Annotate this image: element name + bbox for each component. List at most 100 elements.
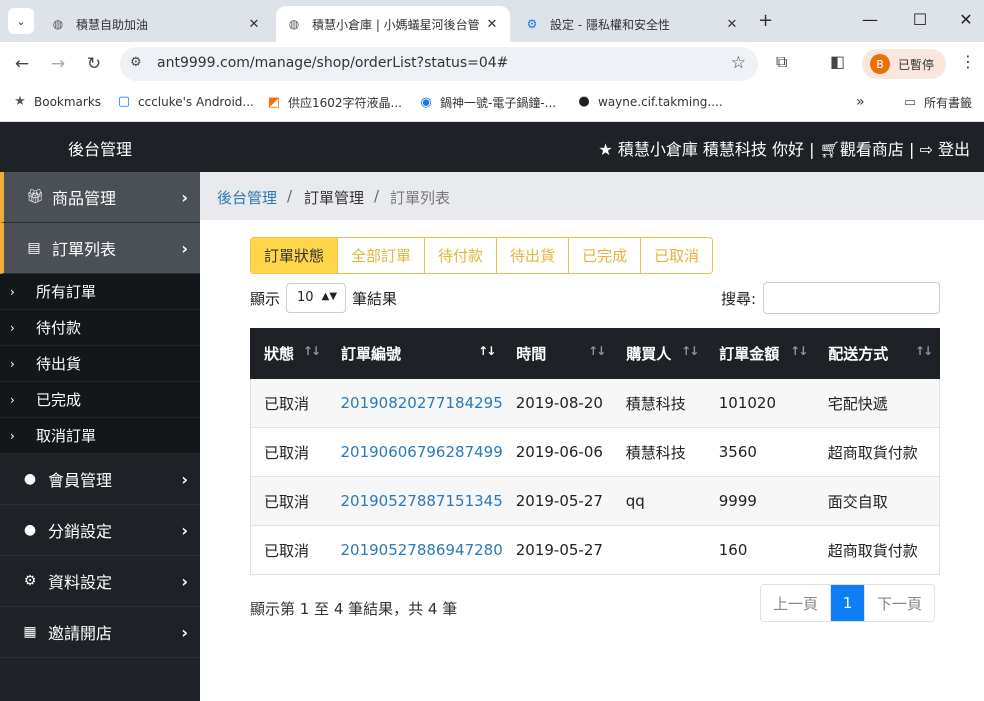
signal-icon: ◉	[420, 95, 432, 110]
order-link[interactable]: 20190527886947280	[341, 541, 503, 559]
browser-tab-3[interactable]: ⚙ 設定 - 隱私權和安全性 ✕	[514, 6, 750, 42]
bookmark-star-icon[interactable]: ☆	[731, 53, 746, 73]
chevron-right-icon: ›	[181, 571, 188, 591]
filter-pending-payment-button[interactable]: 待付款	[424, 238, 497, 273]
close-tab-icon[interactable]: ✕	[724, 17, 740, 32]
sidebar-item-orders[interactable]: ▤ 訂單列表 ›	[0, 223, 200, 274]
sidebar-item-invite[interactable]: ▦ 邀請開店 ›	[0, 607, 200, 658]
table-info: 顯示第 1 至 4 筆結果，共 4 筆	[250, 600, 458, 618]
side-panel-icon[interactable]: ◧	[830, 52, 845, 71]
browser-tab-2[interactable]: ◍ 積慧小倉庫 | 小媽蟻星河後台管 ✕	[276, 6, 510, 42]
chevron-right-icon: ›	[181, 622, 188, 642]
sidebar-sub-all-orders[interactable]: › 所有訂單	[0, 274, 200, 310]
filter-cancelled-button[interactable]: 已取消	[640, 238, 713, 273]
col-order-no[interactable]: 訂單編號 ↑↓	[326, 328, 504, 379]
browser-menu-icon[interactable]: ⋮	[960, 52, 976, 71]
avatar: B	[870, 54, 890, 74]
sidebar-item-products[interactable]: 🎁︎ 商品管理 ›	[0, 172, 200, 223]
browser-tab-1[interactable]: ◍ 積慧自助加油 ✕	[40, 6, 272, 42]
app-brand[interactable]: 後台管理	[68, 136, 132, 160]
sort-desc-icon: ↑↓	[478, 344, 496, 358]
order-link[interactable]: 20190527887151345	[341, 492, 503, 510]
bookmark-item[interactable]: ● wayne.cif.takming....	[576, 94, 722, 109]
bookmark-item[interactable]: ★ Bookmarks	[12, 94, 101, 109]
bookmark-item[interactable]: ▢ cccluke's Android...	[116, 94, 254, 109]
maximize-button[interactable]: ☐	[910, 10, 930, 29]
github-icon: ●	[578, 94, 590, 109]
chevron-right-icon: ›	[181, 520, 188, 540]
address-bar[interactable]: ⚙ ant9999.com/manage/shop/orderList?stat…	[120, 47, 758, 81]
filter-status-label[interactable]: 訂單狀態	[251, 238, 338, 273]
user-nav: ★ 積慧小倉庫 積慧科技 你好 | 🛒︎觀看商店 | ⇨ 登出	[598, 140, 970, 159]
orders-table: 狀態 ↑↓ 訂單編號 ↑↓ 時間 ↑↓ 購買人 ↑↓ 訂單金額 ↑↓ 配送方式 ↑↓ 已取消…	[250, 328, 940, 575]
back-button[interactable]: ←	[10, 52, 34, 76]
more-bookmarks-icon[interactable]: »	[856, 94, 865, 110]
sidebar-sub-completed[interactable]: › 已完成	[0, 382, 200, 418]
reload-button[interactable]: ↻	[82, 52, 106, 76]
order-link[interactable]: 20190820277184295	[341, 394, 503, 412]
search-input[interactable]	[763, 282, 940, 314]
close-tab-icon[interactable]: ✕	[484, 17, 500, 32]
alibaba-icon: ◩	[267, 95, 281, 110]
logout-link[interactable]: 登出	[938, 140, 970, 159]
app-header: 後台管理 ★ 積慧小倉庫 積慧科技 你好 | 🛒︎觀看商店 | ⇨ 登出	[0, 122, 984, 172]
close-window-button[interactable]: ✕	[956, 10, 976, 29]
sidebar-sub-pending-payment[interactable]: › 待付款	[0, 310, 200, 346]
globe-icon: ◍	[288, 17, 300, 31]
bookmark-item[interactable]: ◉ 鍋神一號-電子鍋鐘-...	[418, 94, 556, 111]
chevron-right-icon: ›	[181, 238, 188, 258]
filter-all-button[interactable]: 全部訂單	[337, 238, 425, 273]
col-amount[interactable]: 訂單金額 ↑↓	[705, 328, 816, 379]
gear-icon: ⚙	[23, 573, 37, 589]
user-icon: ●	[23, 522, 37, 538]
sidebar-item-settings[interactable]: ⚙ 資料設定 ›	[0, 556, 200, 607]
sort-icon: ↑↓	[790, 344, 808, 358]
new-tab-button[interactable]: +	[758, 10, 773, 31]
bookmark-item[interactable]: ◩ 供应1602字符液晶...	[266, 94, 402, 111]
chevron-right-icon: ›	[10, 428, 15, 443]
file-icon: ▤	[27, 240, 41, 256]
globe-icon: ◍	[52, 17, 64, 31]
select-caret-icon: ▲▼	[321, 291, 338, 302]
page-length-select[interactable]: 10 ▲▼	[286, 283, 347, 313]
breadcrumb-root[interactable]: 後台管理	[217, 187, 277, 208]
filter-completed-button[interactable]: 已完成	[568, 238, 641, 273]
col-status[interactable]: 狀態 ↑↓	[250, 328, 328, 379]
tab-search-button[interactable]: ⌄	[8, 8, 34, 34]
extensions-icon[interactable]: ⧉	[776, 52, 787, 72]
chevron-right-icon: ›	[10, 356, 15, 371]
site-info-icon[interactable]: ⚙	[130, 55, 142, 70]
gear-icon: ⚙	[526, 17, 538, 31]
next-page-button[interactable]: 下一頁	[864, 585, 934, 621]
col-buyer[interactable]: 購買人 ↑↓	[612, 328, 707, 379]
page-button-current[interactable]: 1	[830, 585, 865, 621]
profile-button[interactable]: B 已暫停	[862, 49, 946, 79]
logout-icon: ⇨	[919, 140, 933, 159]
minimize-button[interactable]: —	[860, 10, 880, 29]
all-bookmarks[interactable]: ▭ 所有書籤	[902, 94, 972, 111]
url-text[interactable]: ant9999.com/manage/shop/orderList?status…	[157, 55, 508, 71]
table-row: 已取消 20190527887151345 2019-05-27 qq 9999…	[250, 476, 940, 526]
table-row: 已取消 20190820277184295 2019-08-20 積慧科技 10…	[250, 378, 940, 428]
chevron-right-icon: ›	[10, 320, 15, 335]
prev-page-button[interactable]: 上一頁	[761, 585, 830, 621]
col-date[interactable]: 時間 ↑↓	[502, 328, 614, 379]
forward-button[interactable]: →	[46, 52, 70, 76]
chevron-right-icon: ›	[10, 284, 15, 299]
gift-icon: 🎁︎	[26, 189, 44, 205]
sort-icon: ↑↓	[588, 344, 606, 358]
chevron-right-icon: ›	[10, 392, 15, 407]
filter-pending-shipment-button[interactable]: 待出貨	[496, 238, 569, 273]
status-filter-group: 訂單狀態 全部訂單 待付款 待出貨 已完成 已取消	[250, 237, 714, 274]
sidebar-sub-pending-shipment[interactable]: › 待出貨	[0, 346, 200, 382]
order-link[interactable]: 20190606796287499	[341, 443, 503, 461]
profile-status: 已暫停	[898, 57, 935, 72]
breadcrumb-mid[interactable]: 訂單管理	[304, 187, 364, 208]
sidebar-sub-cancelled[interactable]: › 取消訂單	[0, 418, 200, 454]
user-icon: ●	[23, 471, 37, 487]
close-tab-icon[interactable]: ✕	[246, 17, 262, 32]
sidebar-item-members[interactable]: ● 會員管理 ›	[0, 454, 200, 505]
view-shop-link[interactable]: 觀看商店	[840, 140, 904, 159]
col-shipping[interactable]: 配送方式 ↑↓	[814, 328, 940, 379]
sidebar-item-distribution[interactable]: ● 分銷設定 ›	[0, 505, 200, 556]
